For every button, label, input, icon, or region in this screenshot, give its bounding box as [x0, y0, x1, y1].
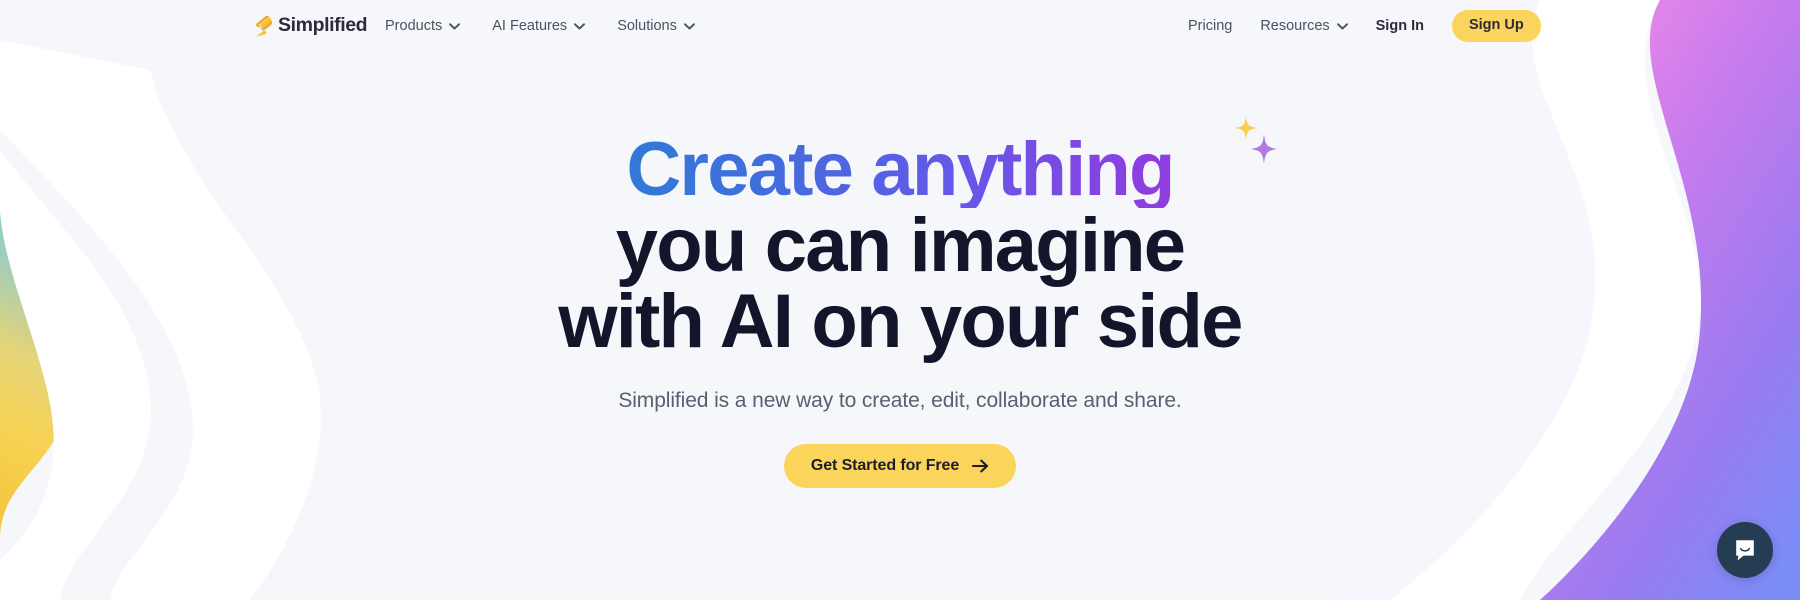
- nav-item-pricing[interactable]: Pricing: [1188, 19, 1232, 34]
- nav-item-resources-label: Resources: [1260, 17, 1330, 34]
- nav-item-solutions-label: Solutions: [617, 17, 677, 34]
- headline-line-3: with AI on your side: [558, 279, 1243, 364]
- chevron-down-icon: [449, 22, 461, 29]
- chevron-down-icon: [574, 22, 586, 29]
- sparkle-star-gold-icon: [1234, 116, 1257, 140]
- chevron-down-icon: [683, 22, 695, 29]
- hero-section: Create anything you can imagine with AI …: [0, 0, 1800, 600]
- nav-item-ai-features[interactable]: AI Features: [492, 17, 586, 34]
- brand-logo-link[interactable]: Simplified: [253, 14, 368, 37]
- chat-launcher-button[interactable]: [1717, 522, 1773, 578]
- top-navigation-bar: Simplified Products AI Features Solution…: [0, 0, 1800, 52]
- sparkles-decoration: [1234, 116, 1277, 164]
- brand-name: Simplified: [278, 14, 368, 37]
- primary-nav-group: Products AI Features Solutions: [385, 19, 695, 34]
- nav-item-sign-in-label: Sign In: [1375, 17, 1424, 34]
- nav-item-pricing-label: Pricing: [1188, 17, 1233, 34]
- nav-item-products-label: Products: [385, 17, 443, 34]
- chevron-down-icon: [1336, 22, 1348, 29]
- page-title: Create anything you can imagine with AI …: [558, 116, 1277, 364]
- sign-up-button[interactable]: Sign Up: [1451, 10, 1541, 42]
- get-started-button-label: Get Started for Free: [810, 457, 960, 474]
- nav-item-solutions[interactable]: Solutions: [617, 19, 695, 34]
- arrow-right-icon: [972, 459, 989, 473]
- hero-subtitle: Simplified is a new way to create, edit,…: [618, 389, 1182, 412]
- simplified-bolt-logo-icon: [256, 15, 273, 37]
- nav-item-resources[interactable]: Resources: [1260, 17, 1348, 34]
- nav-item-ai-features-label: AI Features: [492, 17, 568, 34]
- sparkle-star-purple-icon: [1250, 134, 1277, 164]
- nav-item-sign-in[interactable]: Sign In: [1376, 19, 1424, 34]
- get-started-button[interactable]: Get Started for Free: [783, 444, 1017, 488]
- nav-item-products[interactable]: Products: [385, 17, 461, 34]
- secondary-nav-group: Pricing Resources Sign In Sign Up: [1188, 10, 1541, 42]
- chat-bubble-smile-icon: [1736, 540, 1754, 561]
- headline-line-2: you can imagine: [615, 203, 1186, 288]
- headline-line-1: Create anything: [558, 132, 1241, 208]
